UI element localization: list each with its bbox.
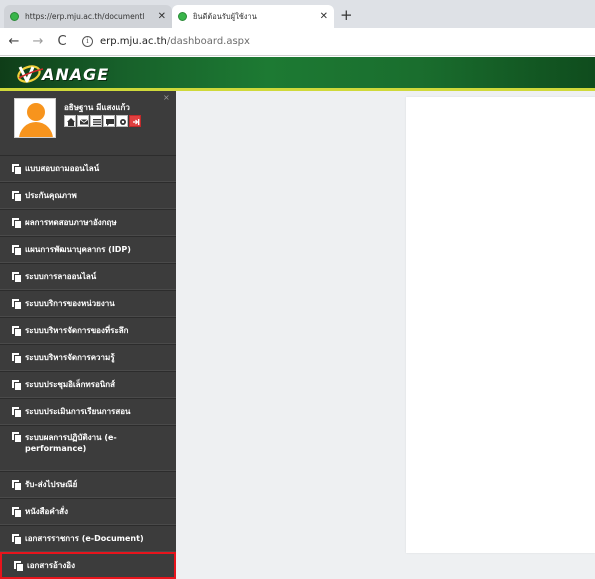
logo-text: ANAGE — [42, 64, 110, 84]
sidebar-item-label: รับ-ส่งไปรษณีย์ — [25, 480, 78, 489]
sidebar-item-label: ระบบบริหารจัดการของที่ระลึก — [25, 326, 129, 335]
url-path: /dashboard.aspx — [166, 36, 250, 47]
mail-icon[interactable] — [77, 115, 89, 127]
sidebar-item-label: ระบบการลาออนไลน์ — [25, 272, 97, 281]
avatar-head — [27, 103, 45, 121]
sidebar-item-label: ระบบผลการปฏิบัติงาน (e-performance) — [25, 433, 117, 453]
url-field[interactable]: i erp.mju.ac.th/dashboard.aspx — [82, 36, 250, 47]
quick-icon-bar — [64, 115, 142, 127]
sidebar: อธิษฐาน มีแสงแก้ว × แบบสอบถามออนไลน์ ประ… — [0, 91, 176, 579]
browser-tab-bar: https://erp.mju.ac.th/documentl ✕ ยินดีต… — [0, 0, 595, 28]
documents-icon — [12, 406, 21, 417]
sidebar-item-english-test-results[interactable]: ผลการทดสอบภาษาอังกฤษ — [0, 209, 176, 236]
back-button[interactable]: ← — [4, 34, 24, 49]
sidebar-item-quality-assurance[interactable]: ประกันคุณภาพ — [0, 182, 176, 209]
sidebar-item-idp[interactable]: แผนการพัฒนาบุคลากร (IDP) — [0, 236, 176, 263]
logout-icon[interactable] — [129, 115, 141, 127]
documents-icon — [12, 479, 21, 490]
documents-icon — [12, 432, 21, 442]
sidebar-item-label: ระบบบริหารจัดการความรู้ — [25, 353, 115, 362]
browser-tab-dashboard[interactable]: ยินดีต้อนรับผู้ใช้งาน ✕ — [172, 5, 334, 28]
main-content — [176, 91, 595, 579]
sidebar-item-reference-documents[interactable]: เอกสารอ้างอิง — [0, 552, 176, 579]
avatar-body — [19, 122, 53, 137]
list-icon[interactable] — [90, 115, 102, 127]
site-logo[interactable]: ANAGE — [16, 63, 109, 85]
sidebar-item-knowledge-management[interactable]: ระบบบริหารจัดการความรู้ — [0, 344, 176, 371]
documents-icon — [12, 533, 21, 544]
documents-icon — [12, 163, 21, 174]
sidebar-item-online-survey[interactable]: แบบสอบถามออนไลน์ — [0, 155, 176, 182]
sidebar-item-label: หนังสือคำสั่ง — [25, 507, 68, 516]
sidebar-item-e-document[interactable]: เอกสารราชการ (e-Document) — [0, 525, 176, 552]
home-icon[interactable] — [64, 115, 76, 127]
documents-icon — [12, 506, 21, 517]
info-icon[interactable]: i — [82, 36, 93, 47]
avatar[interactable] — [14, 98, 56, 138]
sidebar-menu: แบบสอบถามออนไลน์ ประกันคุณภาพ ผลการทดสอบ… — [0, 155, 176, 579]
chat-icon[interactable] — [103, 115, 115, 127]
content-panel — [406, 97, 595, 553]
documents-icon — [12, 352, 21, 363]
reload-button[interactable]: C — [52, 34, 72, 49]
documents-icon — [12, 379, 21, 390]
url-host: erp.mju.ac.th — [100, 36, 167, 47]
documents-icon — [14, 560, 23, 571]
documents-icon — [12, 244, 21, 255]
close-icon[interactable]: ✕ — [320, 11, 328, 22]
sidebar-item-label: แบบสอบถามออนไลน์ — [25, 164, 100, 173]
documents-icon — [12, 217, 21, 228]
site-header: ANAGE — [0, 57, 595, 91]
sidebar-item-unit-services[interactable]: ระบบบริการของหน่วยงาน — [0, 290, 176, 317]
sidebar-item-souvenir-management[interactable]: ระบบบริหารจัดการของที่ระลึก — [0, 317, 176, 344]
sidebar-item-label: ระบบประเมินการเรียนการสอน — [25, 407, 131, 416]
forward-button[interactable]: → — [28, 34, 48, 49]
new-tab-button[interactable]: + — [340, 6, 353, 24]
sidebar-item-mail-service[interactable]: รับ-ส่งไปรษณีย์ — [0, 471, 176, 498]
sidebar-item-label: ระบบประชุมอิเล็กทรอนิกส์ — [25, 380, 115, 389]
sidebar-item-orders[interactable]: หนังสือคำสั่ง — [0, 498, 176, 525]
tab-title: ยินดีต้อนรับผู้ใช้งาน — [193, 11, 257, 21]
documents-icon — [12, 325, 21, 336]
site-favicon-icon — [178, 12, 187, 21]
site-favicon-icon — [10, 12, 19, 21]
documents-icon — [12, 190, 21, 201]
sidebar-item-label: แผนการพัฒนาบุคลากร (IDP) — [25, 245, 131, 254]
sidebar-item-label: ระบบบริการของหน่วยงาน — [25, 299, 115, 308]
logo-swoosh-icon — [17, 65, 44, 83]
sidebar-item-label: ประกันคุณภาพ — [25, 191, 77, 200]
documents-icon — [12, 298, 21, 309]
gear-icon[interactable] — [116, 115, 128, 127]
close-icon[interactable]: ✕ — [158, 11, 166, 22]
close-icon[interactable]: × — [163, 93, 170, 102]
browser-tab-documents[interactable]: https://erp.mju.ac.th/documentl ✕ — [4, 5, 172, 28]
user-profile-panel: อธิษฐาน มีแสงแก้ว × — [0, 91, 176, 147]
sidebar-item-e-meeting[interactable]: ระบบประชุมอิเล็กทรอนิกส์ — [0, 371, 176, 398]
sidebar-item-label: เอกสารอ้างอิง — [27, 561, 75, 570]
sidebar-item-online-leave[interactable]: ระบบการลาออนไลน์ — [0, 263, 176, 290]
documents-icon — [12, 271, 21, 282]
sidebar-item-e-performance[interactable]: ระบบผลการปฏิบัติงาน (e-performance) — [0, 425, 176, 471]
user-name: อธิษฐาน มีแสงแก้ว — [64, 103, 130, 112]
sidebar-item-teaching-evaluation[interactable]: ระบบประเมินการเรียนการสอน — [0, 398, 176, 425]
sidebar-item-label: ผลการทดสอบภาษาอังกฤษ — [25, 218, 117, 227]
tab-title: https://erp.mju.ac.th/documentl — [25, 12, 145, 21]
sidebar-item-label: เอกสารราชการ (e-Document) — [25, 534, 144, 543]
address-bar: ← → C i erp.mju.ac.th/dashboard.aspx — [0, 28, 595, 56]
